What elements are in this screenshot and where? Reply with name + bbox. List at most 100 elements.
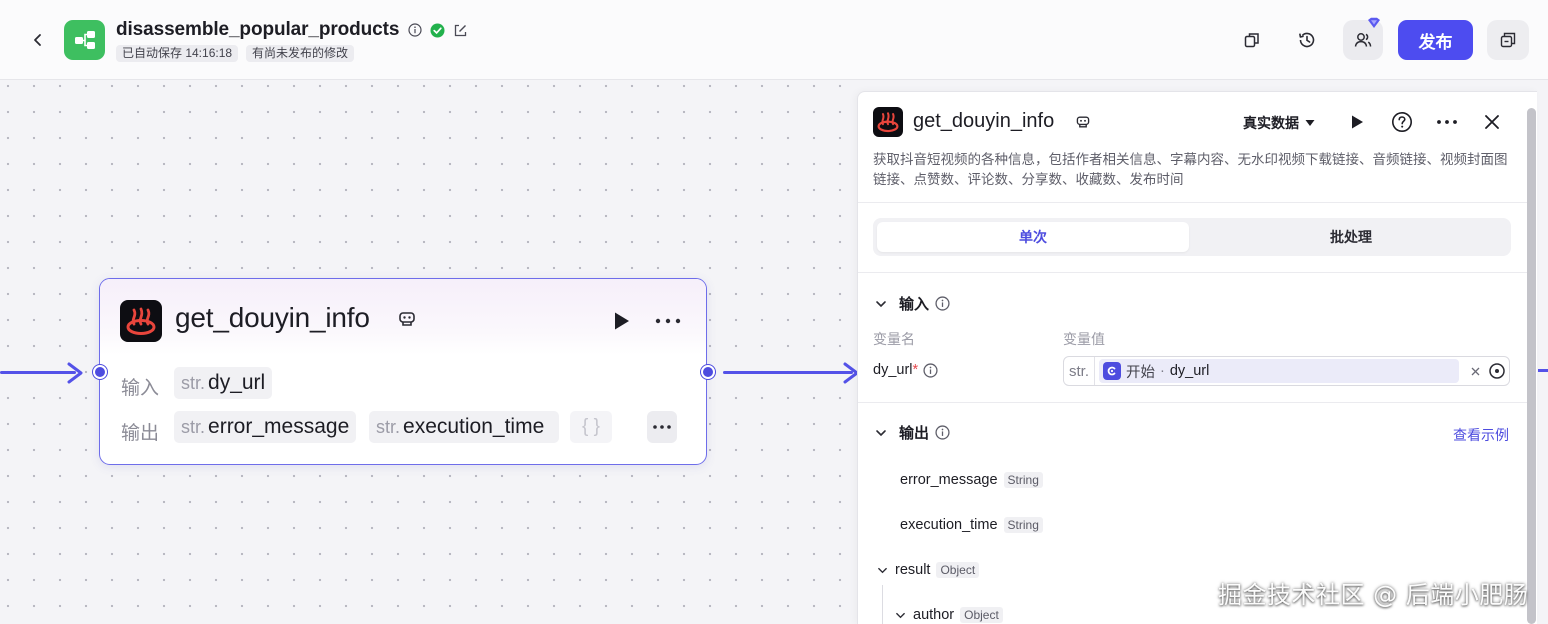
input-var-name: dy_url* xyxy=(873,362,938,378)
ref-separator: · xyxy=(1160,363,1165,379)
tab-single[interactable]: 单次 xyxy=(877,222,1189,252)
node-output-label: 输出 xyxy=(121,423,160,444)
collapse-input-button[interactable] xyxy=(873,296,889,312)
top-bar: disassemble_popular_products 已自动保存 14:16… xyxy=(0,0,1548,80)
see-example-link[interactable]: 查看示例 xyxy=(1453,425,1509,445)
collaborators-button[interactable] xyxy=(1343,17,1383,60)
more-actions-button[interactable] xyxy=(1487,20,1529,60)
clear-reference-button[interactable] xyxy=(1468,363,1482,379)
hot-spring-icon xyxy=(877,112,899,133)
output-section-title: 输出 xyxy=(899,425,930,442)
test-run-button[interactable] xyxy=(1345,110,1369,134)
autosave-badge: 已自动保存 14:16:18 xyxy=(116,45,239,62)
tree-guide-line xyxy=(882,585,883,624)
data-mode-dropdown[interactable]: 真实数据 xyxy=(1243,113,1315,133)
more-horizontal-icon[interactable] xyxy=(653,311,683,331)
plugin-icon xyxy=(1076,116,1090,128)
close-panel-button[interactable] xyxy=(1480,110,1504,134)
arrow-right-icon xyxy=(843,362,858,384)
history-icon xyxy=(1299,32,1315,48)
output-item: result Object xyxy=(875,562,980,578)
chevron-down-icon xyxy=(877,567,887,573)
help-button[interactable] xyxy=(1390,110,1414,134)
copy-icon xyxy=(1244,33,1259,48)
panel-scrollbar[interactable] xyxy=(1527,108,1536,624)
target-icon[interactable] xyxy=(1488,362,1506,380)
play-icon[interactable] xyxy=(609,309,633,333)
close-icon xyxy=(1485,115,1499,129)
info-icon[interactable] xyxy=(935,296,950,311)
edit-icon[interactable] xyxy=(453,23,468,38)
expand-result-button[interactable] xyxy=(875,563,889,577)
chevron-left-icon xyxy=(34,34,41,46)
check-circle-icon xyxy=(430,23,445,38)
var-name-text: dy_url xyxy=(873,362,913,378)
plugin-description: 获取抖音短视频的各种信息，包括作者相关信息、字幕内容、无水印视频下载链接、音频链… xyxy=(873,152,1508,187)
run-mode-tabs: 单次 批处理 xyxy=(873,218,1511,256)
outgoing-edge[interactable] xyxy=(723,371,853,374)
workflow-icon xyxy=(74,31,95,49)
node-input-port[interactable] xyxy=(93,365,107,379)
douyin-plugin-logo xyxy=(120,300,162,342)
divider xyxy=(858,272,1528,273)
publish-button[interactable]: 发布 xyxy=(1398,20,1473,60)
history-button[interactable] xyxy=(1291,24,1323,56)
workflow-title: disassemble_popular_products xyxy=(116,19,400,40)
type-prefix: str. xyxy=(1064,357,1096,385)
users-icon xyxy=(1354,33,1372,47)
variable-reference-tag[interactable]: 开始 · dy_url xyxy=(1099,359,1460,383)
col-var-value: 变量值 xyxy=(1063,331,1105,347)
node-input-pill: str. dy_url xyxy=(174,367,273,399)
plugin-node-get-douyin-info[interactable]: get_douyin_info 输入 str. dy_url 输出 str. e… xyxy=(99,278,707,465)
douyin-plugin-logo xyxy=(873,107,903,137)
required-mark: * xyxy=(912,362,919,378)
type-prefix: str. xyxy=(181,416,206,437)
output-name: execution_time xyxy=(900,517,998,533)
more-outputs-button[interactable] xyxy=(647,411,677,443)
node-title: get_douyin_info xyxy=(175,302,370,333)
play-icon xyxy=(1352,115,1363,129)
expand-author-button[interactable] xyxy=(893,608,907,622)
node-output-port[interactable] xyxy=(701,365,715,379)
info-icon[interactable] xyxy=(923,362,938,378)
output-item: author Object xyxy=(893,607,1003,623)
more-horizontal-icon xyxy=(653,425,671,429)
node-input-label: 输入 xyxy=(121,378,160,399)
input-section-title: 输入 xyxy=(899,296,930,313)
output-name: error_message xyxy=(900,472,998,488)
ref-source: 开始 xyxy=(1126,364,1156,381)
duplicate-button[interactable] xyxy=(1236,24,1268,56)
type-tag: String xyxy=(1003,472,1043,488)
type-prefix: str. xyxy=(181,372,206,393)
help-circle-icon xyxy=(1392,112,1412,132)
panel-title: get_douyin_info xyxy=(913,110,1055,132)
ref-field: dy_url xyxy=(1169,363,1210,379)
collapse-output-button[interactable] xyxy=(873,425,889,441)
type-tag: String xyxy=(1003,517,1043,533)
workflow-canvas[interactable]: get_douyin_info 输入 str. dy_url 输出 str. e… xyxy=(0,80,858,624)
output-item: execution_time String xyxy=(900,517,1043,533)
info-icon[interactable] xyxy=(407,23,422,38)
copy-icon xyxy=(1500,32,1516,48)
hot-spring-icon xyxy=(126,307,156,335)
output-name: author xyxy=(913,607,955,623)
divider xyxy=(858,202,1528,203)
back-button[interactable] xyxy=(26,28,50,52)
type-prefix: str. xyxy=(376,416,401,437)
info-icon[interactable] xyxy=(935,425,950,440)
chevron-down-icon xyxy=(895,612,905,618)
premium-badge-icon xyxy=(1368,17,1380,28)
input-var-name: dy_url xyxy=(208,371,266,394)
panel-more-button[interactable] xyxy=(1435,110,1459,134)
unpublished-badge: 有尚未发布的修改 xyxy=(246,45,355,62)
watermark: 掘金技术社区 @ 后端小肥肠 xyxy=(1218,581,1529,609)
incoming-edge[interactable] xyxy=(0,371,76,374)
col-var-name: 变量名 xyxy=(873,331,915,347)
chevron-down-icon xyxy=(876,429,886,436)
more-horizontal-icon xyxy=(1437,120,1457,124)
tab-batch[interactable]: 批处理 xyxy=(1195,222,1507,252)
output-var-name: execution_time xyxy=(403,415,545,438)
output-item: error_message String xyxy=(900,472,1043,488)
var-value-input[interactable]: str. 开始 · dy_url xyxy=(1063,356,1510,386)
outgoing-edge-continued xyxy=(1538,369,1548,372)
